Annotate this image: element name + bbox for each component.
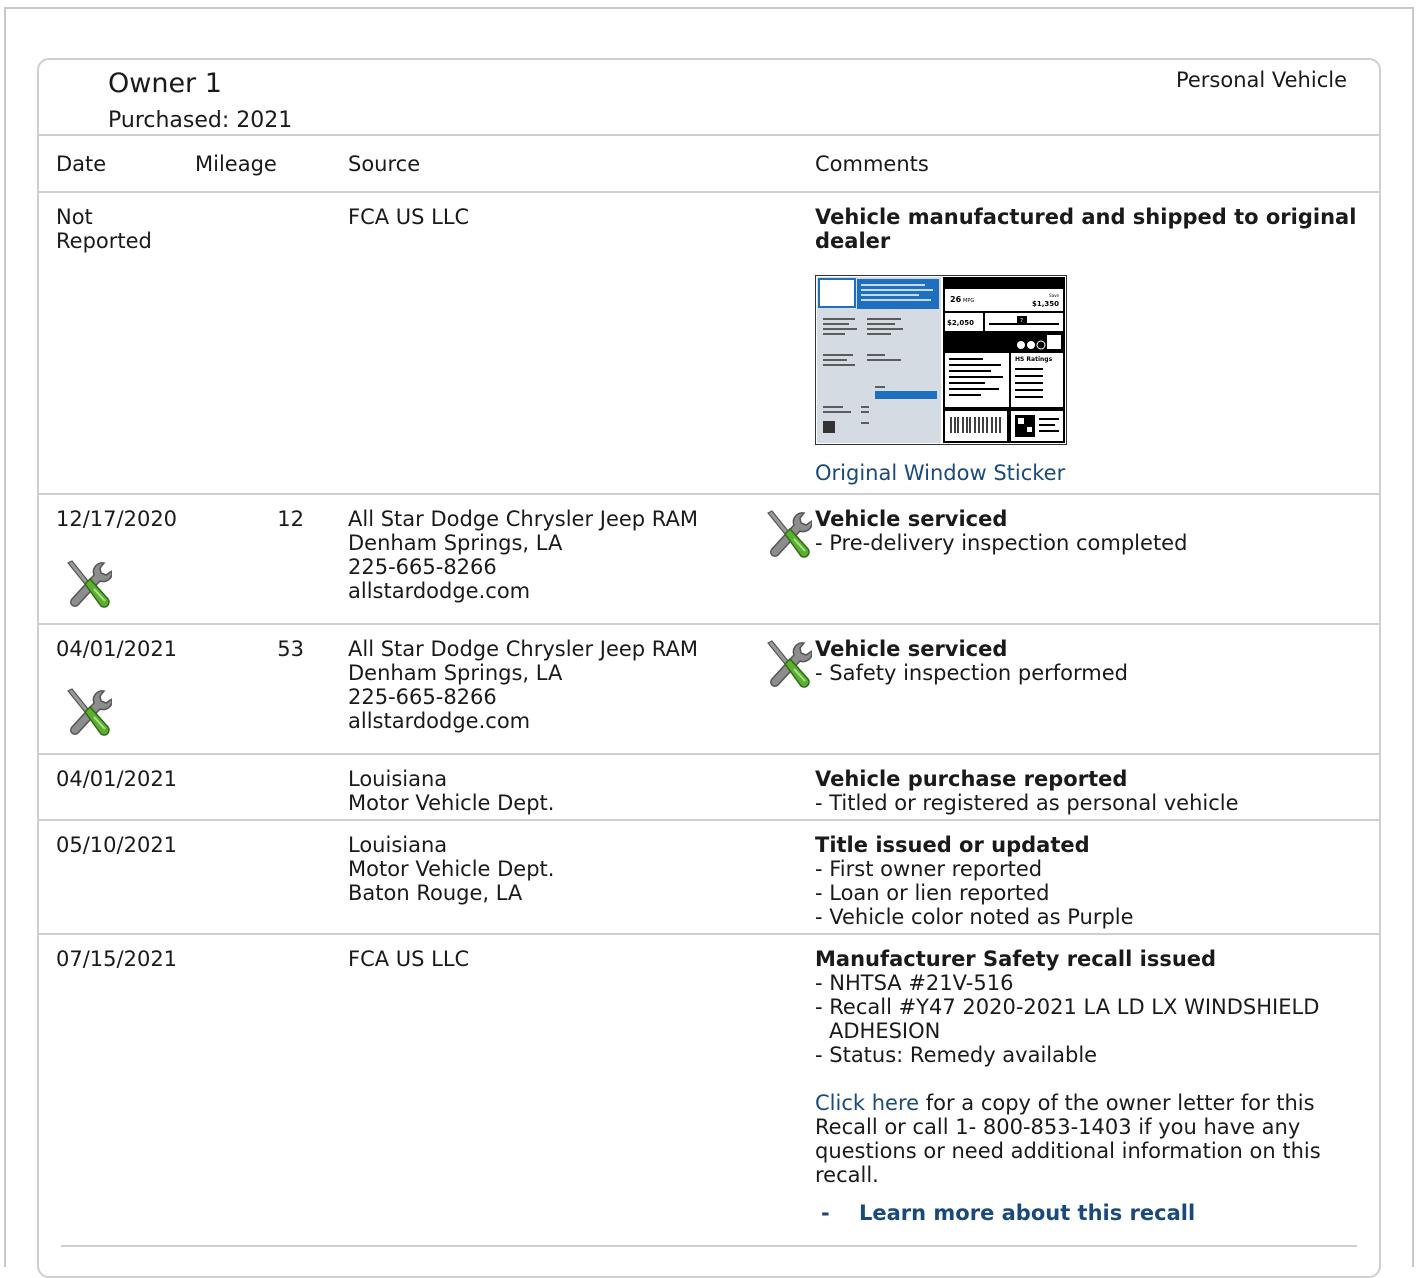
record-mileage: 53: [277, 637, 304, 661]
wrench-screwdriver-icon: [67, 688, 112, 736]
owner-card: Owner 1 Purchased: 2021 Personal Vehicle…: [37, 58, 1381, 1278]
record-comments: Vehicle serviced - Pre-delivery inspecti…: [815, 507, 1188, 555]
record-comments: Title issued or updated - First owner re…: [815, 833, 1134, 929]
wrench-screwdriver-icon: [67, 560, 112, 608]
record-source: FCA US LLC: [348, 205, 470, 229]
history-record: 12/17/2020 12 All Star Dodge Chrysler Je…: [39, 495, 1379, 625]
recall-letter-link[interactable]: Click here: [815, 1091, 919, 1115]
record-source: Louisiana Motor Vehicle Dept. Baton Roug…: [348, 833, 555, 905]
wrench-screwdriver-icon: [767, 510, 812, 558]
record-source: Louisiana Motor Vehicle Dept.: [348, 767, 555, 815]
source-column-header: Source: [348, 152, 421, 176]
record-date: 12/17/2020: [56, 507, 178, 531]
wrench-screwdriver-icon: [767, 640, 812, 688]
owner-title: Owner 1: [108, 68, 222, 99]
history-record: 04/01/2021 53 All Star Dodge Chrysler Je…: [39, 625, 1379, 755]
comments-column-header: Comments: [815, 152, 929, 176]
sticker-you-save: $1,350: [1032, 300, 1059, 308]
history-record: Not Reported FCA US LLC Vehicle manufact…: [39, 193, 1379, 495]
record-comments: Manufacturer Safety recall issued - NHTS…: [815, 947, 1321, 1225]
record-date: 05/10/2021: [56, 833, 178, 857]
mileage-column-header: Mileage: [195, 152, 277, 176]
history-record: 05/10/2021 Louisiana Motor Vehicle Dept.…: [39, 821, 1379, 935]
record-source: All Star Dodge Chrysler Jeep RAM Denham …: [348, 507, 699, 603]
record-date: 07/15/2021: [56, 947, 178, 971]
record-comments: Vehicle manufactured and shipped to orig…: [815, 205, 1357, 485]
history-record: 07/15/2021 FCA US LLC Manufacturer Safet…: [39, 935, 1379, 1265]
record-comments: Vehicle purchase reported - Titled or re…: [815, 767, 1239, 815]
record-source: FCA US LLC: [348, 947, 470, 971]
date-column-header: Date: [56, 152, 107, 176]
record-mileage: 12: [277, 507, 304, 531]
sticker-mpg-label: MPG: [963, 298, 974, 304]
record-date: 04/01/2021: [56, 637, 178, 661]
learn-more-dash: -: [821, 1201, 830, 1225]
owner-header: Owner 1 Purchased: 2021 Personal Vehicle: [39, 60, 1379, 136]
sticker-you-save-label: Save: [1049, 293, 1059, 298]
sticker-annual-cost: $2,050: [947, 319, 974, 327]
table-header: Date Mileage Source Comments: [39, 136, 1379, 193]
section-divider: [61, 1245, 1357, 1247]
purchase-year: Purchased: 2021: [108, 108, 293, 133]
record-comments: Vehicle serviced - Safety inspection per…: [815, 637, 1128, 685]
record-date: Not Reported: [56, 205, 152, 253]
sticker-hs-ratings: HS Ratings: [1015, 356, 1053, 363]
sticker-fuel-economy: 26: [950, 295, 962, 304]
sticker-rating: 7: [1020, 318, 1023, 324]
window-sticker-thumbnail[interactable]: 26 MPG Save $1,350 $2,050 7 HS Ratings: [815, 275, 1067, 445]
learn-more-recall-link[interactable]: Learn more about this recall: [859, 1201, 1195, 1225]
vehicle-use-type: Personal Vehicle: [1175, 68, 1347, 92]
window-sticker-link[interactable]: Original Window Sticker: [815, 461, 1355, 485]
record-date: 04/01/2021: [56, 767, 178, 791]
history-record: 04/01/2021 Louisiana Motor Vehicle Dept.…: [39, 755, 1379, 821]
record-source: All Star Dodge Chrysler Jeep RAM Denham …: [348, 637, 699, 733]
